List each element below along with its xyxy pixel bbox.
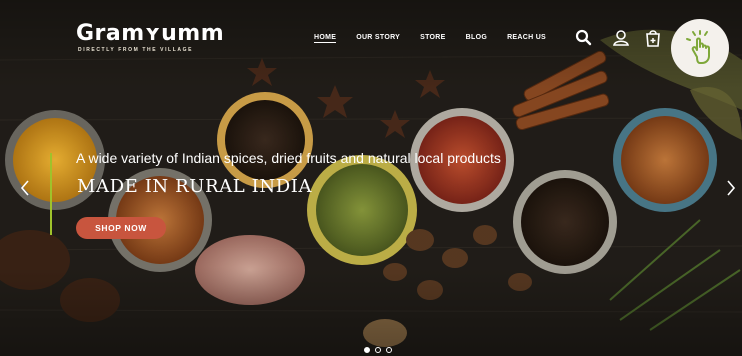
tap-gesture-badge[interactable] <box>671 19 729 77</box>
search-icon[interactable] <box>574 28 594 48</box>
tap-gesture-icon <box>686 30 710 64</box>
slider-dot-3[interactable] <box>386 347 392 353</box>
prev-slide-arrow[interactable] <box>16 176 34 200</box>
nav-item-our-story[interactable]: OUR STORY <box>356 34 400 43</box>
slide-title: MADE IN RURAL INDIA <box>77 176 313 197</box>
brand-logo-wordmark: Gramʏumm <box>76 21 225 46</box>
nav-item-blog[interactable]: BLOG <box>466 34 487 43</box>
slide-accent-line <box>50 153 52 235</box>
slider-dot-1[interactable] <box>364 347 370 353</box>
next-slide-arrow[interactable] <box>722 176 740 200</box>
brand-tagline: DIRECTLY FROM THE VILLAGE <box>78 47 194 53</box>
main-nav: HOME OUR STORY STORE BLOG REACH US <box>314 34 546 43</box>
slider-dot-2[interactable] <box>375 347 381 353</box>
chevron-right-icon <box>727 180 736 196</box>
brand-logo[interactable]: Gramʏumm DIRECTLY FROM THE VILLAGE <box>76 21 225 54</box>
shopping-bag-icon[interactable] <box>643 28 663 48</box>
slider-pagination <box>364 347 392 353</box>
nav-item-home[interactable]: HOME <box>314 34 337 43</box>
slide-subtitle: A wide variety of Indian spices, dried f… <box>76 150 501 166</box>
nav-item-reach-us[interactable]: REACH US <box>507 34 546 43</box>
chevron-left-icon <box>20 180 29 196</box>
hero-slider: Gramʏumm DIRECTLY FROM THE VILLAGE HOME … <box>0 0 742 356</box>
nav-item-store[interactable]: STORE <box>420 34 446 43</box>
shop-now-button[interactable]: SHOP NOW <box>76 217 166 239</box>
user-icon[interactable] <box>611 28 631 48</box>
